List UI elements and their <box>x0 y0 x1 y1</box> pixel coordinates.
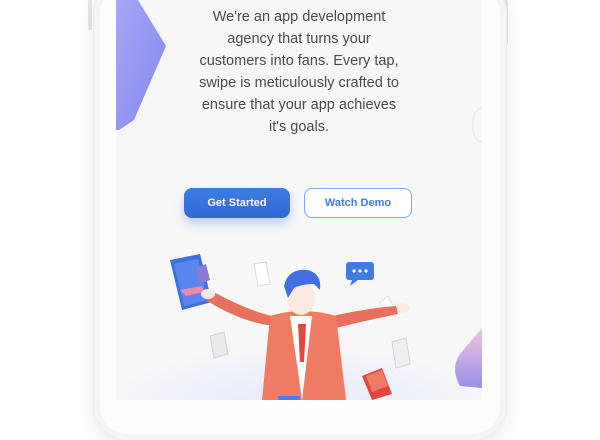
hero-line: swipe is meticulously crafted to <box>199 75 399 91</box>
hero-line: it's goals. <box>269 119 329 135</box>
paper-icon <box>391 337 411 369</box>
right-decorative-shape <box>455 328 482 388</box>
get-started-button[interactable]: Get Started <box>184 188 290 218</box>
hero-line: We're an app development <box>212 9 386 25</box>
hero-line: agency that turns your <box>227 31 371 47</box>
hero-line: ensure that your app achieves <box>201 97 397 113</box>
watch-demo-button[interactable]: Watch Demo <box>304 188 412 218</box>
tablet-icon <box>170 254 212 310</box>
hero-description: We're an app development agency that tur… <box>186 6 412 138</box>
paper-icon <box>209 331 229 359</box>
paper-icon <box>253 261 271 287</box>
right-outline-decoration <box>472 108 482 142</box>
left-decorative-shape <box>116 0 166 130</box>
book-icon <box>362 368 392 400</box>
celebrating-person-illustration <box>170 254 411 400</box>
app-screen[interactable]: We're an app development agency that tur… <box>116 0 482 400</box>
chat-bubble-icon <box>346 262 374 286</box>
phone-side-button-left <box>88 0 92 30</box>
hero-line: customers into fans. Every tap, <box>199 53 399 69</box>
